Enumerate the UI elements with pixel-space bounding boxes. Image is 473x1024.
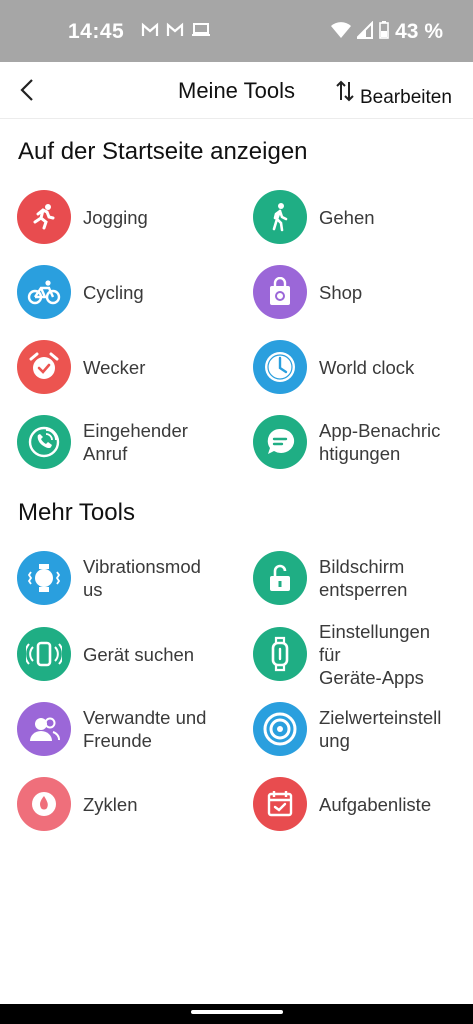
status-bar: 14:45 43 % [0,0,473,62]
tool-label: Wecker [83,356,146,378]
tool-label: Gerät suchen [83,643,195,665]
tool-label: Aufgabenliste [319,793,432,815]
laptop-icon [191,22,211,43]
vibration-watch-icon [17,551,71,605]
jogging-icon [17,190,71,244]
edit-button[interactable]: Bearbeiten [336,80,473,110]
alarm-clock-icon [17,340,71,394]
tool-vibration-mode[interactable]: Vibrationsmod us [17,546,239,610]
tool-label: Gehen [319,206,375,228]
bike-icon [17,265,71,319]
tool-shop[interactable]: Shop [253,260,473,324]
section-title-more: Mehr Tools [18,499,135,526]
people-icon [17,702,71,756]
world-clock-icon [253,340,307,394]
tool-label: Jogging [83,206,148,228]
tool-label: Zyklen [83,793,138,815]
tool-label: Vibrationsmod us [83,556,201,600]
cycle-icon [17,777,71,831]
edit-label: Bearbeiten [360,87,452,108]
task-list-icon [253,777,307,831]
tool-label: Shop [319,281,363,303]
tool-alarm[interactable]: Wecker [17,335,239,399]
tool-walking[interactable]: Gehen [253,185,473,249]
tool-goal-settings[interactable]: Zielwerteinstell ung [253,697,473,761]
tool-label: Eingehender Anruf [83,420,188,464]
tool-cycling[interactable]: Cycling [17,260,239,324]
status-time: 14:45 [68,20,125,43]
tool-label: Einstellungen für Geräte-Apps [319,620,431,688]
battery-level: 43 % [395,20,443,43]
chat-bubble-icon [253,415,307,469]
band-settings-icon [253,627,307,681]
gmail-icon [166,22,184,43]
section-title-home: Auf der Startseite anzeigen [18,138,308,165]
walking-icon [253,190,307,244]
find-device-icon [17,627,71,681]
tool-label: Zielwerteinstell ung [319,707,442,751]
tool-label: Cycling [83,281,144,303]
tool-task-list[interactable]: Aufgabenliste [253,772,473,836]
tool-find-device[interactable]: Gerät suchen [17,622,239,686]
shop-bag-icon [253,265,307,319]
gmail-icon [141,22,159,43]
app-header: Meine Tools Bearbeiten [0,62,473,119]
sort-arrows-icon [336,80,354,102]
tool-incoming-call[interactable]: Eingehender Anruf [17,410,239,474]
tool-world-clock[interactable]: World clock [253,335,473,399]
navigation-bar [0,1004,473,1024]
unlock-icon [253,551,307,605]
tool-cycles[interactable]: Zyklen [17,772,239,836]
tool-unlock-screen[interactable]: Bildschirm entsperren [253,546,473,610]
signal-icon [354,20,374,44]
phone-call-icon [17,415,71,469]
tool-label: Verwandte und Freunde [83,707,207,751]
tool-jogging[interactable]: Jogging [17,185,239,249]
target-icon [253,702,307,756]
tool-label: App-Benachric htigungen [319,420,441,464]
tool-relatives-friends[interactable]: Verwandte und Freunde [17,697,239,761]
tool-device-app-settings[interactable]: Einstellungen für Geräte-Apps [253,620,473,688]
wifi-icon [331,21,352,44]
tool-label: Bildschirm entsperren [319,556,408,600]
home-gesture-handle[interactable] [191,1010,283,1014]
tool-app-notifications[interactable]: App-Benachric htigungen [253,410,473,474]
tool-label: World clock [319,356,415,378]
battery-icon [379,20,389,44]
